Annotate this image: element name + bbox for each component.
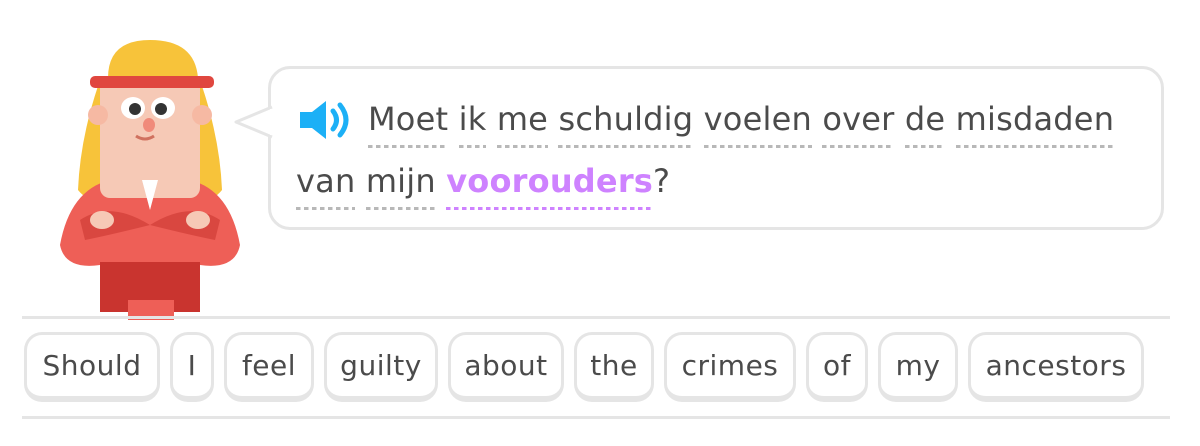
prompt-word[interactable]: schuldig bbox=[558, 100, 694, 148]
word-tile[interactable]: guilty bbox=[324, 332, 438, 402]
speaker-icon[interactable] bbox=[296, 98, 354, 142]
word-tile[interactable]: crimes bbox=[664, 332, 796, 402]
word-tile[interactable]: the bbox=[574, 332, 654, 402]
answer-line-top bbox=[22, 316, 1170, 319]
prompt-word[interactable]: mijn bbox=[365, 162, 436, 210]
word-tile[interactable]: about bbox=[448, 332, 564, 402]
prompt-word[interactable]: me bbox=[496, 100, 549, 148]
prompt-word[interactable]: misdaden bbox=[955, 100, 1115, 148]
prompt-word[interactable]: van bbox=[296, 162, 356, 210]
prompt-word[interactable]: de bbox=[904, 100, 946, 148]
word-tile[interactable]: my bbox=[878, 332, 958, 402]
word-tile[interactable]: ancestors bbox=[968, 332, 1144, 402]
answer-line-bottom bbox=[22, 416, 1170, 419]
word-tile[interactable]: Should bbox=[24, 332, 160, 402]
speech-bubble-tail bbox=[234, 105, 274, 139]
prompt-word[interactable]: voelen bbox=[703, 100, 812, 148]
prompt-punctuation: ? bbox=[653, 162, 671, 200]
word-tile[interactable]: feel bbox=[224, 332, 314, 402]
prompt-word-highlighted[interactable]: voorouders bbox=[446, 162, 654, 210]
prompt-word[interactable]: Moet bbox=[368, 100, 449, 148]
character-illustration bbox=[60, 40, 240, 320]
word-tile[interactable]: of bbox=[806, 332, 868, 402]
prompt-line-1: Moet ik me schuldig voelen over de misda… bbox=[368, 100, 1115, 148]
word-tile[interactable]: I bbox=[170, 332, 214, 402]
prompt-line-2: van mijn voorouders? bbox=[296, 162, 671, 210]
prompt-word[interactable]: ik bbox=[458, 100, 487, 148]
prompt-word[interactable]: over bbox=[822, 100, 895, 148]
